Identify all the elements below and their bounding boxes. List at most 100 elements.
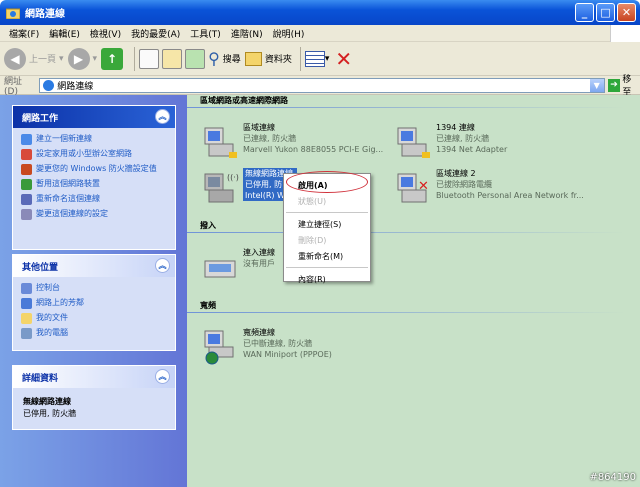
details-panel: 詳細資料 ︽ 無線網路連線 已停用, 防火牆 <box>12 365 176 430</box>
place-label: 我的電腦 <box>36 328 68 337</box>
connection-status: 已中斷連線, 防火牆 <box>243 339 313 348</box>
connection-1394[interactable]: 1394 連線 已連線, 防火牆 1394 Net Adapter <box>394 122 507 160</box>
connection-lan2[interactable]: ✕ 區域連線 2 已拔除網路電纜 Bluetooth Personal Area… <box>394 168 584 206</box>
menu-item-delete: 刪除(D) <box>298 235 327 245</box>
go-arrow-icon: ➔ <box>607 78 621 92</box>
broadband-connection-icon <box>201 327 239 365</box>
copy-icon[interactable] <box>139 48 160 69</box>
firewall-icon <box>21 164 32 175</box>
details-title: 詳細資料 <box>22 373 59 384</box>
group-title: 撥入 <box>200 221 216 230</box>
group-header-lan: 區域網路或高速網際網路 <box>187 95 625 108</box>
folders-button[interactable]: 資料夾 <box>244 51 292 66</box>
network-places-icon <box>21 298 32 309</box>
connection-name: 1394 連線 <box>436 123 475 132</box>
task-label: 重新命名這個連線 <box>36 194 100 203</box>
task-enable-device[interactable]: 暫用這個網路裝置 <box>21 179 169 190</box>
network-tasks-header[interactable]: 網路工作 ︽ <box>13 106 175 128</box>
connection-status: 已連線, 防火牆 <box>243 134 297 143</box>
windows-logo-icon <box>610 25 640 42</box>
network-folder-icon <box>5 7 21 19</box>
svg-text:((·)): ((·)) <box>227 173 239 182</box>
menu-separator <box>286 212 368 213</box>
place-label: 控制台 <box>36 283 60 292</box>
connection-status: 沒有用戶 <box>243 259 275 268</box>
connection-incoming[interactable]: 連入連線 沒有用戶 <box>201 247 275 285</box>
connection-name: 區域連線 2 <box>436 169 476 178</box>
connection-broadband[interactable]: 寬頻連線 已中斷連線, 防火牆 WAN Miniport (PPPOE) <box>201 327 332 365</box>
refresh-icon[interactable] <box>185 48 206 69</box>
disconnected-connection-icon: ✕ <box>394 168 432 206</box>
place-my-computer[interactable]: 我的電腦 <box>21 328 169 339</box>
folders-label: 資料夾 <box>264 55 292 65</box>
other-places-panel: 其他位置 ︽ 控制台 網路上的芳鄰 我的文件 我的電腦 <box>12 254 176 351</box>
delete-icon[interactable]: ✕ <box>335 47 352 71</box>
task-create-connection[interactable]: 建立一個新連線 <box>21 134 169 145</box>
paste-icon[interactable] <box>162 48 183 69</box>
up-folder-button[interactable]: ↑ <box>101 47 126 70</box>
close-button[interactable]: ✕ <box>617 3 636 22</box>
task-change-settings[interactable]: 變更這個連線的設定 <box>21 209 169 220</box>
search-label: 搜尋 <box>222 55 241 65</box>
address-dropdown-icon[interactable]: ▼ <box>589 78 604 92</box>
task-firewall-settings[interactable]: 變更您的 Windows 防火牆設定值 <box>21 164 169 175</box>
back-button[interactable]: ◀ 上一頁 ▾ <box>4 47 64 70</box>
menu-item-create-shortcut[interactable]: 建立捷徑(S) <box>284 216 370 232</box>
control-panel-icon <box>21 283 32 294</box>
forward-button[interactable]: ▶ ▾ <box>67 47 97 70</box>
other-places-title: 其他位置 <box>22 262 59 273</box>
connection-lan1[interactable]: 區域連線 已連線, 防火牆 Marvell Yukon 88E8055 PCI-… <box>201 122 383 160</box>
svg-text:✕: ✕ <box>418 179 429 194</box>
place-my-documents[interactable]: 我的文件 <box>21 313 169 324</box>
maximize-button[interactable]: □ <box>596 3 615 22</box>
connection-status: 已拔除網路電纜 <box>436 180 492 189</box>
minimize-button[interactable]: _ <box>575 3 594 22</box>
menu-help[interactable]: 說明(H) <box>268 27 310 40</box>
up-folder-icon: ↑ <box>101 47 124 70</box>
search-icon: ⚲ <box>208 49 220 68</box>
settings-icon <box>21 209 32 220</box>
menu-bar: 檔案(F) 編輯(E) 檢視(V) 我的最愛(A) 工具(T) 進階(N) 說明… <box>0 25 640 42</box>
collapse-chevron-icon[interactable]: ︽ <box>155 258 170 273</box>
rename-icon <box>21 194 32 205</box>
window-title: 網路連線 <box>25 9 65 20</box>
back-arrow-icon: ◀ <box>4 47 26 70</box>
collapse-chevron-icon[interactable]: ︽ <box>155 109 170 124</box>
menu-file[interactable]: 檔案(F) <box>4 27 44 40</box>
task-pane: 網路工作 ︽ 建立一個新連線 設定家用或小型辦公室網路 變更您的 Windows… <box>0 95 187 487</box>
menu-separator <box>286 267 368 268</box>
my-computer-icon <box>21 328 32 339</box>
task-home-network[interactable]: 設定家用或小型辦公室網路 <box>21 149 169 160</box>
menu-edit[interactable]: 編輯(E) <box>44 27 85 40</box>
other-places-header[interactable]: 其他位置 ︽ <box>13 255 175 277</box>
task-rename-connection[interactable]: 重新命名這個連線 <box>21 194 169 205</box>
forward-arrow-icon: ▶ <box>67 47 90 70</box>
group-title: 區域網路或高速網際網路 <box>200 96 288 105</box>
menu-view[interactable]: 檢視(V) <box>85 27 126 40</box>
toolbar-separator <box>134 46 136 71</box>
toolbar: ◀ 上一頁 ▾ ▶ ▾ ↑ ⚲ 搜尋 資料夾 ▾ ✕ <box>0 42 640 76</box>
folder-icon <box>244 51 262 66</box>
search-button[interactable]: ⚲ 搜尋 <box>208 49 241 68</box>
title-bar: 網路連線 _ □ ✕ <box>0 0 640 25</box>
menu-advanced[interactable]: 進階(N) <box>226 27 268 40</box>
task-label: 設定家用或小型辦公室網路 <box>36 149 132 158</box>
menu-tools[interactable]: 工具(T) <box>185 27 226 40</box>
details-header[interactable]: 詳細資料 ︽ <box>13 366 175 388</box>
place-network-places[interactable]: 網路上的芳鄰 <box>21 298 169 309</box>
menu-favorites[interactable]: 我的最愛(A) <box>126 27 185 40</box>
address-label: 網址(D) <box>4 76 23 97</box>
task-label: 暫用這個網路裝置 <box>36 179 100 188</box>
incoming-connection-icon <box>201 247 239 285</box>
connection-name: 連入連線 <box>243 248 275 257</box>
back-label: 上一頁 <box>29 55 57 65</box>
menu-item-rename[interactable]: 重新命名(M) <box>284 248 370 264</box>
watermark: #864190 <box>589 472 636 483</box>
my-documents-icon <box>21 313 32 324</box>
views-button[interactable]: ▾ <box>304 50 329 67</box>
collapse-chevron-icon[interactable]: ︽ <box>155 369 170 384</box>
connection-name: 寬頻連線 <box>243 328 275 337</box>
address-input[interactable]: 網路連線 ▼ <box>39 77 605 93</box>
place-control-panel[interactable]: 控制台 <box>21 283 169 294</box>
menu-item-properties[interactable]: 內容(R) <box>284 271 370 287</box>
